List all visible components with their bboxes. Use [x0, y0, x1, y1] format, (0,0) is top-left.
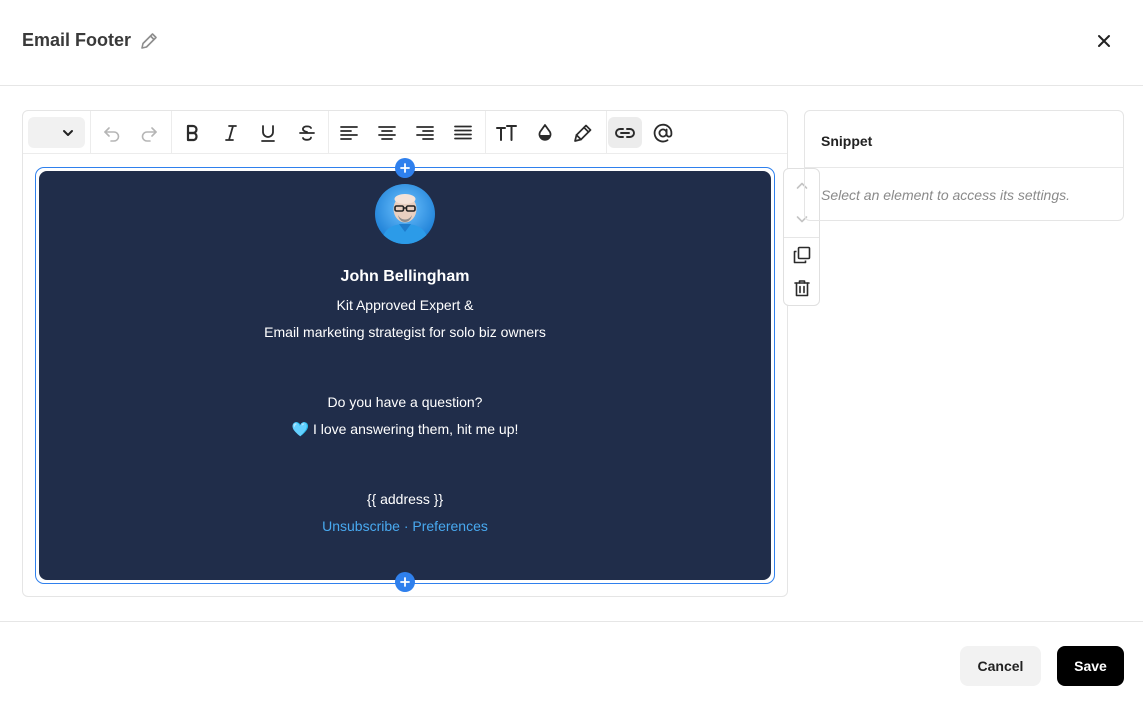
preferences-link[interactable]: Preferences: [412, 518, 487, 534]
underline-icon: [258, 123, 278, 143]
modal-footer: Cancel Save: [0, 621, 1143, 703]
delete-button[interactable]: [787, 274, 816, 302]
align-left-icon: [339, 123, 359, 143]
toolbar-divider: [171, 111, 172, 154]
italic-icon: [221, 123, 241, 143]
unsubscribe-link[interactable]: Unsubscribe: [322, 518, 400, 534]
mention-icon: [652, 122, 674, 144]
style-select[interactable]: [28, 117, 85, 148]
bold-button[interactable]: [176, 117, 208, 148]
footer-snippet-block[interactable]: John Bellingham Kit Approved Expert & Em…: [39, 171, 771, 580]
question-text: Do you have a question?: [327, 394, 483, 410]
plus-icon: [400, 163, 410, 173]
answer-line: 🩵 I love answering them, hit me up!: [39, 421, 771, 438]
strikethrough-icon: [297, 123, 317, 143]
strikethrough-button[interactable]: [291, 117, 323, 148]
highlight-button[interactable]: [567, 117, 599, 148]
toolbar-divider: [328, 111, 329, 154]
chevron-down-icon: [61, 126, 75, 140]
tagline-line-2: Email marketing strategist for solo biz …: [264, 324, 546, 340]
formatting-toolbar: [23, 111, 787, 154]
align-right-icon: [415, 123, 435, 143]
align-center-icon: [377, 123, 397, 143]
mention-button[interactable]: [647, 117, 679, 148]
toolbar-divider: [784, 237, 819, 238]
toolbar-divider: [485, 111, 486, 154]
avatar: [375, 184, 435, 244]
close-button[interactable]: [1092, 29, 1116, 53]
highlight-icon: [573, 123, 593, 143]
align-justify-icon: [453, 123, 473, 143]
save-button[interactable]: Save: [1057, 646, 1124, 686]
close-icon: [1097, 34, 1111, 48]
undo-icon: [102, 123, 122, 143]
tagline-line-1: Kit Approved Expert &: [336, 297, 474, 313]
footer-links: Unsubscribe · Preferences: [39, 518, 771, 534]
text-size-button[interactable]: [490, 117, 522, 148]
link-icon: [614, 123, 636, 143]
email-editor: John Bellingham Kit Approved Expert & Em…: [22, 110, 788, 597]
bold-icon: [182, 123, 202, 143]
page-title: Email Footer: [22, 30, 132, 50]
redo-icon: [139, 123, 159, 143]
align-justify-button[interactable]: [447, 117, 479, 148]
cancel-button[interactable]: Cancel: [960, 646, 1041, 686]
align-left-button[interactable]: [333, 117, 365, 148]
panel-divider: [805, 167, 1123, 168]
link-button[interactable]: [608, 117, 642, 148]
align-right-button[interactable]: [409, 117, 441, 148]
link-separator: ·: [403, 518, 409, 534]
text-size-icon: [495, 123, 517, 143]
modal-header: Email Footer: [0, 0, 1143, 86]
settings-panel: Snippet Select an element to access its …: [804, 110, 1124, 221]
undo-button[interactable]: [96, 117, 128, 148]
sender-name: John Bellingham: [340, 268, 470, 285]
italic-button[interactable]: [215, 117, 247, 148]
panel-title: Snippet: [821, 133, 873, 149]
duplicate-button[interactable]: [787, 241, 816, 269]
add-block-below-button[interactable]: [395, 572, 415, 592]
text-color-icon: [535, 123, 555, 143]
answer-text: I love answering them, hit me up!: [312, 421, 519, 437]
align-center-button[interactable]: [371, 117, 403, 148]
pencil-icon[interactable]: [138, 30, 160, 52]
text-color-button[interactable]: [529, 117, 561, 148]
address-merge-tag: {{ address }}: [366, 491, 444, 507]
toolbar-divider: [606, 111, 607, 154]
add-block-above-button[interactable]: [395, 158, 415, 178]
duplicate-icon: [793, 246, 811, 264]
heart-icon: 🩵: [291, 421, 310, 437]
panel-hint: Select an element to access its settings…: [821, 187, 1071, 203]
redo-button[interactable]: [133, 117, 165, 148]
plus-icon: [400, 577, 410, 587]
underline-button[interactable]: [252, 117, 284, 148]
delete-icon: [793, 279, 811, 297]
selected-block-outline[interactable]: John Bellingham Kit Approved Expert & Em…: [35, 167, 775, 584]
toolbar-divider: [90, 111, 91, 154]
